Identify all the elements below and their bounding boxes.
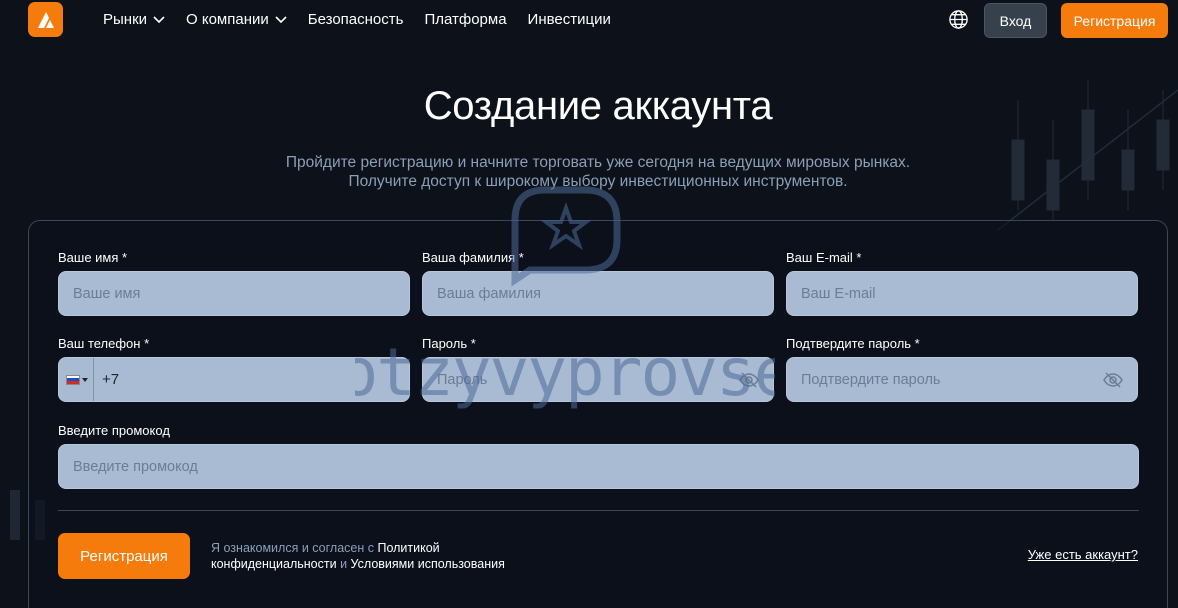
login-button[interactable]: Вход (984, 3, 1047, 38)
password-label: Пароль * (422, 336, 476, 351)
nav-item-label: Рынки (103, 10, 148, 28)
brand-logo[interactable] (28, 2, 63, 37)
promo-label: Введите промокод (58, 423, 170, 438)
nav-item-label: О компании (186, 10, 269, 28)
country-selector[interactable] (59, 358, 94, 401)
email-input[interactable]: Ваш E-mail (786, 271, 1138, 316)
registration-form: Ваше имя * Ваше имя Ваша фамилия * Ваша … (28, 220, 1168, 608)
last-name-field: Ваша фамилия * Ваша фамилия (422, 251, 774, 316)
promo-field: Введите промокод Введите промокод (58, 424, 1139, 489)
page-subtitle: Пройдите регистрацию и начните торговать… (0, 153, 1178, 191)
nav-item-about[interactable]: О компании (186, 11, 287, 28)
password-input[interactable]: Пароль (422, 357, 774, 402)
top-header: Рынки О компании Безопасность Платформа … (0, 0, 1178, 38)
globe-icon[interactable] (948, 9, 969, 30)
password-field: Пароль * Пароль (422, 337, 774, 402)
confirm-password-label: Подтвердите пароль * (786, 336, 920, 351)
russia-flag-icon (66, 374, 80, 385)
phone-label: Ваш телефон * (58, 336, 150, 351)
email-label: Ваш E-mail * (786, 250, 862, 265)
chevron-down-icon (153, 16, 165, 24)
nav-item-markets[interactable]: Рынки (103, 11, 165, 28)
nav-item-investments[interactable]: Инвестиции (528, 11, 611, 28)
first-name-placeholder: Ваше имя (73, 285, 141, 302)
have-account-link[interactable]: Уже есть аккаунт? (1028, 547, 1138, 562)
confirm-password-input[interactable]: Подтвердите пароль (786, 357, 1138, 402)
first-name-label: Ваше имя * (58, 250, 128, 265)
nav-item-label: Безопасность (307, 10, 404, 28)
eye-off-icon[interactable] (739, 371, 759, 389)
form-divider (58, 510, 1139, 511)
agree-and: и (340, 557, 348, 571)
agree-prefix: Я ознакомился и согласен с (211, 541, 374, 555)
eye-off-icon[interactable] (1103, 371, 1123, 389)
nav-item-label: Инвестиции (527, 10, 611, 28)
phone-field: Ваш телефон * +7 (58, 337, 410, 402)
header-register-button[interactable]: Регистрация (1061, 3, 1168, 38)
password-placeholder: Пароль (437, 371, 488, 388)
last-name-input[interactable]: Ваша фамилия (422, 271, 774, 316)
terms-of-use-link[interactable]: Условиями использования (351, 557, 505, 571)
phone-input[interactable]: +7 (58, 357, 410, 402)
submit-register-button[interactable]: Регистрация (58, 533, 190, 579)
promo-input[interactable]: Введите промокод (58, 444, 1139, 489)
chevron-down-icon (275, 16, 287, 24)
caret-down-icon (82, 377, 88, 382)
email-placeholder: Ваш E-mail (801, 285, 876, 302)
promo-placeholder: Введите промокод (73, 458, 198, 475)
last-name-placeholder: Ваша фамилия (437, 285, 541, 302)
first-name-field: Ваше имя * Ваше имя (58, 251, 410, 316)
main-nav: Рынки О компании Безопасность Платформа … (103, 0, 632, 38)
phone-value: +7 (102, 371, 120, 388)
terms-agreement: Я ознакомился и согласен с Политикой кон… (211, 540, 541, 572)
page-title: Создание аккаунта (423, 84, 773, 128)
confirm-password-placeholder: Подтвердите пароль (801, 371, 941, 388)
subtitle-line: Получите доступ к широкому выбору инвест… (348, 173, 848, 190)
last-name-label: Ваша фамилия * (422, 250, 524, 265)
logo-icon (37, 11, 54, 28)
first-name-input[interactable]: Ваше имя (58, 271, 410, 316)
nav-item-platform[interactable]: Платформа (424, 11, 506, 28)
confirm-password-field: Подтвердите пароль * Подтвердите пароль (786, 337, 1138, 402)
subtitle-line: Пройдите регистрацию и начните торговать… (285, 154, 911, 171)
email-field: Ваш E-mail * Ваш E-mail (786, 251, 1138, 316)
nav-item-label: Платформа (424, 10, 507, 28)
nav-item-security[interactable]: Безопасность (308, 11, 404, 28)
